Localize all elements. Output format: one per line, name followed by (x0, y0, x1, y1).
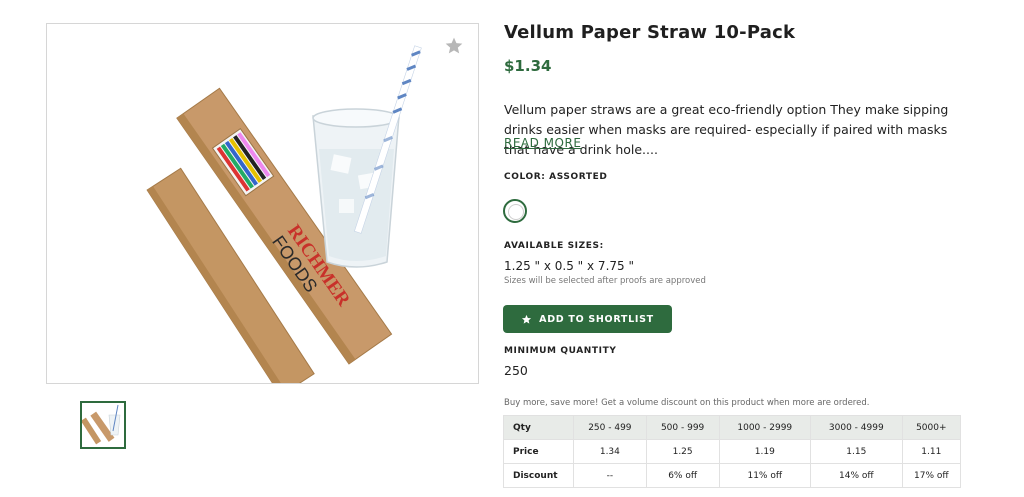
sizes-note: Sizes will be selected after proofs are … (504, 276, 706, 286)
pricing-table: Qty 250 - 499 500 - 999 1000 - 2999 3000… (503, 415, 962, 488)
product-image: RICHMER FOODS (146, 45, 422, 383)
header-cell: 1000 - 2999 (718, 415, 812, 440)
minimum-quantity-value: 250 (504, 363, 528, 378)
star-icon (522, 314, 532, 324)
table-cell: 1.19 (718, 439, 812, 464)
favorite-star-icon[interactable] (444, 36, 464, 56)
row-label: Discount (503, 463, 574, 488)
table-cell: 1.34 (573, 439, 647, 464)
product-title: Vellum Paper Straw 10-Pack (504, 22, 796, 43)
product-thumbnail[interactable] (80, 401, 126, 449)
header-cell: 5000+ (901, 415, 962, 440)
product-image-frame: RICHMER FOODS (46, 23, 479, 384)
table-cell: 14% off (810, 463, 903, 488)
header-cell: Qty (503, 415, 574, 440)
product-description: Vellum paper straws are a great eco-frie… (504, 102, 949, 157)
header-cell: 250 - 499 (573, 415, 647, 440)
color-swatch-assorted[interactable] (503, 199, 527, 223)
available-sizes-label: AVAILABLE SIZES: (504, 241, 604, 251)
table-cell: 1.25 (645, 439, 720, 464)
pricing-header-row: Qty 250 - 499 500 - 999 1000 - 2999 3000… (503, 415, 962, 440)
table-cell: 17% off (901, 463, 962, 488)
table-cell: 1.11 (901, 439, 962, 464)
table-cell: 6% off (645, 463, 720, 488)
header-cell: 500 - 999 (645, 415, 720, 440)
add-to-shortlist-label: ADD TO SHORTLIST (539, 313, 654, 325)
table-cell: 1.15 (810, 439, 903, 464)
size-value: 1.25 " x 0.5 " x 7.75 " (504, 259, 634, 273)
product-price: $1.34 (504, 57, 552, 75)
row-label: Price (503, 439, 574, 464)
header-cell: 3000 - 4999 (810, 415, 903, 440)
table-cell: -- (573, 463, 647, 488)
volume-discount-note: Buy more, save more! Get a volume discou… (504, 398, 870, 408)
read-more-link[interactable]: READ MORE (504, 136, 581, 150)
discount-row: Discount -- 6% off 11% off 14% off 17% o… (503, 463, 962, 488)
table-cell: 11% off (718, 463, 812, 488)
price-row: Price 1.34 1.25 1.19 1.15 1.11 (503, 439, 962, 464)
minimum-quantity-label: MINIMUM QUANTITY (504, 346, 617, 356)
add-to-shortlist-button[interactable]: ADD TO SHORTLIST (503, 305, 672, 333)
color-label: COLOR: ASSORTED (504, 172, 608, 182)
thumbnail-image (80, 404, 121, 445)
